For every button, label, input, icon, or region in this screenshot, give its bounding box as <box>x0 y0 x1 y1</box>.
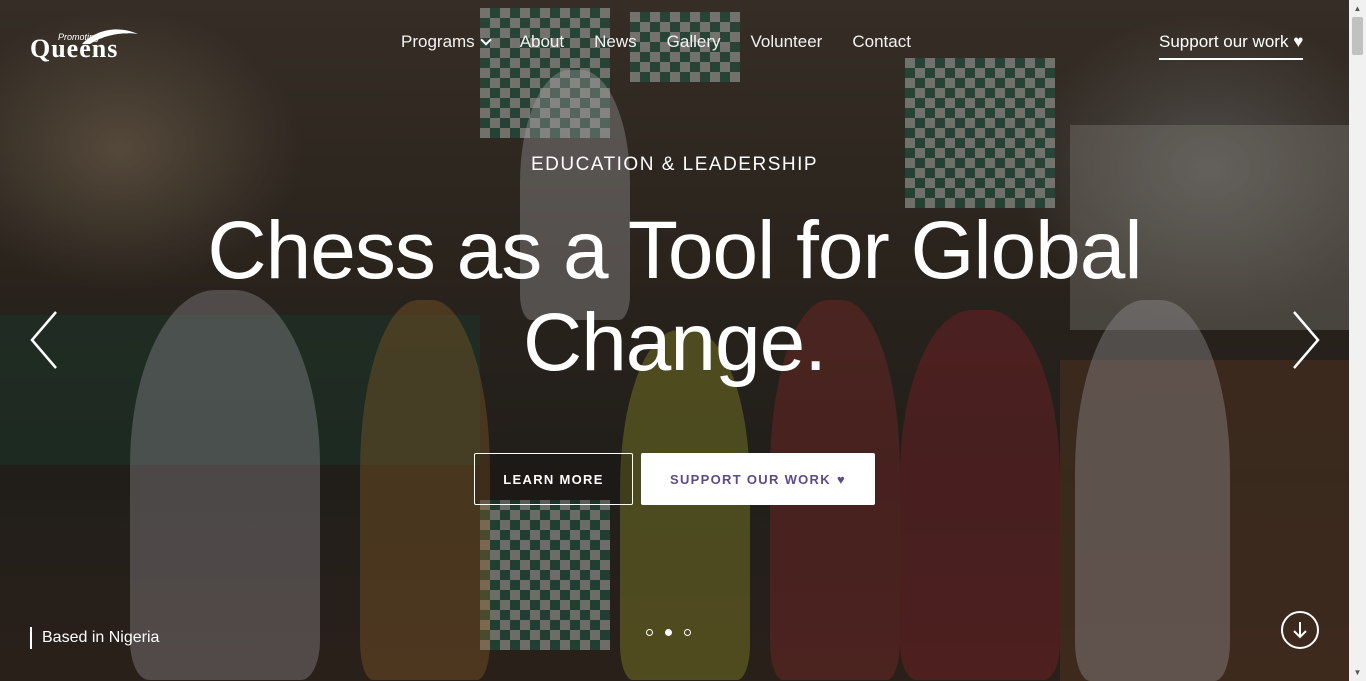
nav-item-programs[interactable]: Programs <box>386 32 505 52</box>
scroll-up-arrow-icon[interactable]: ▲ <box>1349 0 1366 17</box>
nav-item-news[interactable]: News <box>579 32 652 52</box>
chessboard-image <box>480 8 610 138</box>
chevron-down-icon <box>480 34 492 46</box>
slider-prev-arrow[interactable] <box>26 310 66 370</box>
scroll-down-arrow-icon[interactable]: ▼ <box>1349 664 1366 681</box>
chessboard-image <box>905 58 1055 208</box>
location-label: Based in Nigeria <box>30 627 159 649</box>
support-button-label: SUPPORT OUR WORK <box>670 471 831 487</box>
slider-dot-2[interactable] <box>665 629 672 636</box>
slider-dot-3[interactable] <box>684 629 691 636</box>
scroll-down-button[interactable] <box>1281 611 1319 649</box>
logo-wordmark: Queens <box>30 34 119 63</box>
nav-item-about[interactable]: About <box>505 32 579 52</box>
nav-item-contact[interactable]: Contact <box>837 32 926 52</box>
scrollbar-thumb[interactable] <box>1352 17 1363 55</box>
heart-icon: ♥ <box>836 471 846 487</box>
hero-headline: Chess as a Tool for Global Change. <box>207 205 1142 388</box>
hero-eyebrow: EDUCATION & LEADERSHIP <box>530 154 819 175</box>
slider-next-arrow[interactable] <box>1284 310 1324 370</box>
chevron-left-icon <box>30 311 57 369</box>
support-link-label: Support our work <box>1159 32 1289 51</box>
nav-item-gallery[interactable]: Gallery <box>652 32 736 52</box>
heart-icon: ♥ <box>1293 32 1304 51</box>
slider-pagination <box>646 629 691 636</box>
support-our-work-button[interactable]: SUPPORT OUR WORK ♥ <box>641 453 875 505</box>
nav-item-label: Programs <box>401 32 475 51</box>
nav-item-volunteer[interactable]: Volunteer <box>736 32 838 52</box>
learn-more-button[interactable]: LEARN MORE <box>474 453 633 505</box>
slider-dot-1[interactable] <box>646 629 653 636</box>
chessboard-image <box>480 500 610 650</box>
page-scrollbar[interactable]: ▲ ▼ <box>1349 0 1366 681</box>
support-our-work-link[interactable]: Support our work ♥ <box>1159 32 1304 60</box>
arrow-down-icon <box>1293 622 1307 639</box>
main-navigation: Programs About News Gallery Volunteer Co… <box>386 32 926 52</box>
chevron-right-icon <box>1293 311 1320 369</box>
